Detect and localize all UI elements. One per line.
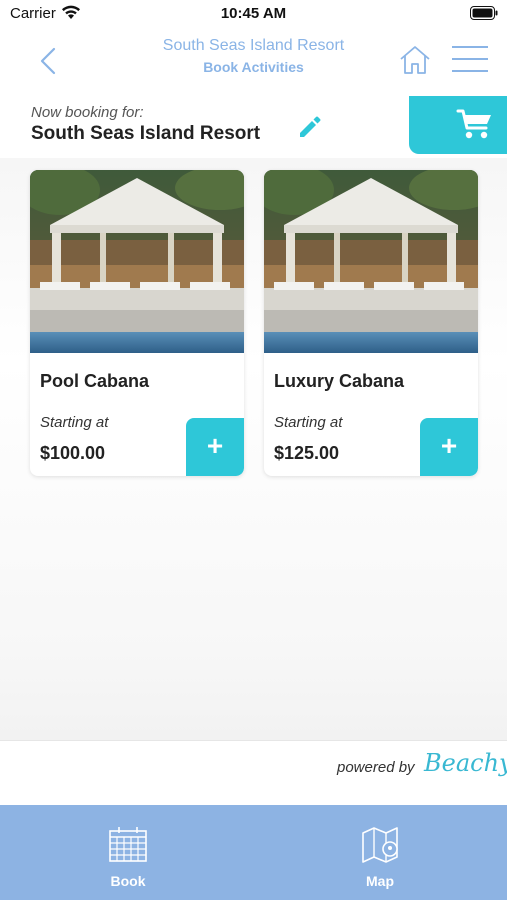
tab-book[interactable]: Book	[68, 805, 188, 900]
booking-resort-name: South Seas Island Resort	[31, 123, 261, 144]
battery-icon	[470, 6, 498, 20]
navigation-header: South Seas Island Resort Book Activities	[0, 28, 507, 90]
hamburger-menu-icon[interactable]	[450, 44, 490, 74]
tab-map-label: Map	[366, 873, 394, 889]
plus-icon: +	[206, 430, 224, 461]
plus-icon: +	[440, 430, 458, 461]
activity-card-luxury-cabana[interactable]: Luxury Cabana Starting at $125.00 +	[264, 170, 478, 476]
shopping-cart-icon	[456, 109, 491, 139]
booking-label: Now booking for:	[31, 104, 144, 121]
powered-by-footer: powered by Beachy	[0, 741, 507, 805]
powered-by-label: powered by	[337, 759, 415, 776]
activity-list: Pool Cabana Starting at $100.00 + Luxury…	[0, 158, 507, 740]
activity-price: $100.00	[40, 443, 106, 463]
add-to-cart-button[interactable]: +	[420, 418, 478, 476]
tab-bar: Book Map	[0, 805, 507, 900]
add-to-cart-button[interactable]: +	[186, 418, 244, 476]
starting-at-label: Starting at	[274, 414, 343, 431]
activity-name: Pool Cabana	[40, 371, 150, 391]
status-bar: Carrier 10:45 AM	[0, 0, 507, 28]
cabana-photo	[264, 170, 478, 353]
cart-button[interactable]	[409, 96, 507, 154]
booking-bar: Now booking for: South Seas Island Resor…	[0, 96, 507, 158]
tab-map[interactable]: Map	[320, 805, 440, 900]
map-icon	[362, 827, 398, 863]
starting-at-label: Starting at	[40, 414, 109, 431]
home-icon[interactable]	[398, 44, 432, 76]
activity-card-pool-cabana[interactable]: Pool Cabana Starting at $100.00 +	[30, 170, 244, 476]
activity-name: Luxury Cabana	[274, 371, 405, 391]
calendar-icon	[109, 827, 147, 862]
beachy-logo: Beachy	[424, 749, 507, 777]
status-time: 10:45 AM	[220, 5, 287, 22]
cabana-photo	[30, 170, 244, 353]
tab-book-label: Book	[110, 873, 146, 889]
edit-pencil-icon[interactable]	[297, 114, 323, 140]
activity-price: $125.00	[274, 443, 340, 463]
